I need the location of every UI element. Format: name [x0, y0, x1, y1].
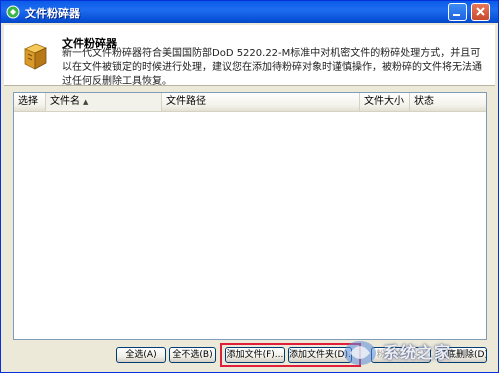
select-all-button[interactable]: 全选(A): [116, 347, 166, 363]
info-header: 文件粉碎器 新一代文件粉碎器符合美国国防部DoD 5220.22-M标准中对机密…: [4, 25, 495, 87]
column-header-filename[interactable]: 文件名 ▲: [46, 93, 162, 111]
app-description: 新一代文件粉碎器符合美国国防部DoD 5220.22-M标准中对机密文件的粉碎处…: [62, 48, 482, 87]
shredder-window: 文件粉碎器 文件粉碎器 新一代文件粉碎器符合美国国防部DoD 5220.22-M…: [0, 0, 499, 373]
close-icon: [476, 7, 485, 16]
column-header-select[interactable]: 选择: [14, 93, 46, 111]
deselect-all-button[interactable]: 全不选(B): [169, 347, 216, 363]
file-list-header: 选择 文件名 ▲ 文件路径 文件大小 状态: [14, 93, 486, 112]
sort-ascending-icon: ▲: [83, 98, 89, 106]
column-header-label: 状态: [414, 96, 434, 107]
column-header-label: 文件名: [50, 96, 80, 107]
title-bar[interactable]: 文件粉碎器: [1, 1, 498, 23]
column-header-label: 选择: [18, 96, 38, 107]
file-list[interactable]: 选择 文件名 ▲ 文件路径 文件大小 状态: [13, 92, 487, 340]
column-header-filesize[interactable]: 文件大小: [360, 93, 410, 111]
watermark-text: 系统之家: [383, 343, 452, 362]
column-header-label: 文件大小: [364, 96, 404, 107]
app-title-icon: [6, 5, 20, 19]
column-header-status[interactable]: 状态: [410, 93, 486, 111]
shredder-box-icon: [22, 41, 48, 71]
minimize-icon: [453, 14, 460, 16]
column-header-label: 文件路径: [166, 96, 206, 107]
window-title: 文件粉碎器: [25, 7, 80, 20]
column-header-filepath[interactable]: 文件路径: [162, 93, 360, 111]
minimize-button[interactable]: [448, 3, 467, 21]
close-button[interactable]: [471, 3, 490, 21]
highlight-box: [220, 343, 361, 367]
